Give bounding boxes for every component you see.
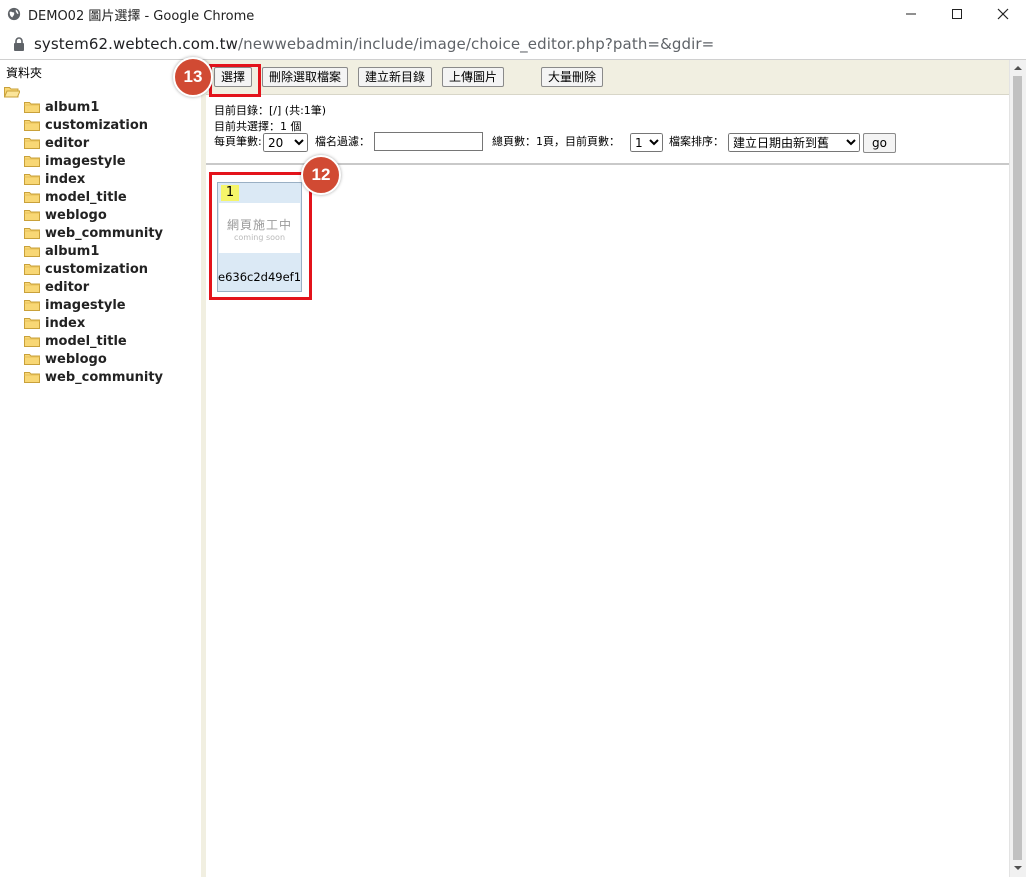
folder-icon — [24, 156, 40, 167]
folder-icon — [24, 300, 40, 311]
folder-icon — [24, 102, 40, 113]
folder-label[interactable]: weblogo — [45, 352, 107, 367]
folder-label[interactable]: customization — [45, 118, 148, 133]
window-titlebar: DEMO02 圖片選擇 - Google Chrome — [0, 0, 1026, 28]
scroll-up-arrow-icon[interactable] — [1010, 60, 1026, 76]
minimize-icon — [906, 13, 916, 15]
folder-label[interactable]: imagestyle — [45, 298, 126, 313]
minimize-button[interactable] — [888, 0, 934, 28]
folder-label[interactable]: weblogo — [45, 208, 107, 223]
folder-label[interactable]: editor — [45, 280, 89, 295]
folder-icon — [24, 138, 40, 149]
maximize-icon — [952, 9, 962, 19]
folder-icon — [24, 120, 40, 131]
folder-tree: album1 customization editor imagestyle index… — [24, 98, 163, 386]
folder-item[interactable]: index — [24, 314, 163, 332]
new-folder-button[interactable]: 建立新目錄 — [358, 67, 433, 87]
sort-label: 檔案排序： — [669, 135, 724, 148]
sort-select[interactable]: 建立日期由新到舊 — [728, 133, 860, 152]
select-highlight-box — [209, 64, 261, 97]
scrollbar-thumb[interactable] — [1013, 76, 1022, 860]
open-folder-icon[interactable] — [4, 86, 20, 98]
folder-item[interactable]: customization — [24, 260, 163, 278]
close-icon — [997, 8, 1009, 20]
folder-item[interactable]: web_community — [24, 368, 163, 386]
folder-label[interactable]: editor — [45, 136, 89, 151]
bulk-delete-button[interactable]: 大量刪除 — [541, 67, 604, 87]
folder-item[interactable]: imagestyle — [24, 296, 163, 314]
per-page-label: 每頁筆數: — [214, 135, 262, 148]
folder-icon — [24, 372, 40, 383]
folder-icon — [24, 174, 40, 185]
folder-item[interactable]: index — [24, 170, 163, 188]
folder-label[interactable]: web_community — [45, 226, 163, 241]
folder-sidebar: 資料夾 album1 customization editor imagestyle i… — [0, 60, 202, 877]
go-button[interactable]: go — [863, 133, 896, 153]
folder-label[interactable]: album1 — [45, 244, 99, 259]
sidebar-heading: 資料夾 — [6, 66, 43, 80]
folder-icon — [24, 228, 40, 239]
toolbar: 選擇 刪除選取檔案 建立新目錄 上傳圖片 大量刪除 — [206, 60, 1009, 95]
selected-count-info: 目前共選擇：1 個 — [214, 120, 302, 133]
filename-filter-label: 檔名過濾： — [315, 135, 370, 148]
thumbnail-highlight-box — [209, 172, 312, 300]
per-page-select[interactable]: 20 — [263, 133, 308, 152]
folder-label[interactable]: model_title — [45, 190, 127, 205]
lock-icon — [14, 36, 24, 51]
folder-icon — [24, 246, 40, 257]
folder-item[interactable]: album1 — [24, 242, 163, 260]
url-path: /newwebadmin/include/image/choice_editor… — [238, 34, 715, 53]
folder-icon — [24, 354, 40, 365]
folder-icon — [24, 264, 40, 275]
close-window-button[interactable] — [980, 0, 1026, 28]
folder-item[interactable]: model_title — [24, 188, 163, 206]
step-badge-thumbnail: 12 — [301, 155, 341, 195]
folder-icon — [24, 282, 40, 293]
folder-label[interactable]: customization — [45, 262, 148, 277]
folder-item[interactable]: web_community — [24, 224, 163, 242]
folder-icon — [24, 192, 40, 203]
delete-selected-button[interactable]: 刪除選取檔案 — [262, 67, 349, 87]
vertical-scrollbar[interactable] — [1009, 60, 1026, 877]
folder-item[interactable]: weblogo — [24, 206, 163, 224]
folder-icon — [24, 210, 40, 221]
folder-item[interactable]: model_title — [24, 332, 163, 350]
folder-item[interactable]: customization — [24, 116, 163, 134]
folder-label[interactable]: imagestyle — [45, 154, 126, 169]
url-text[interactable]: system62.webtech.com.tw/newwebadmin/incl… — [34, 35, 714, 53]
page-info-label: 總頁數：1頁，目前頁數： — [492, 135, 620, 148]
filename-filter-input[interactable] — [374, 132, 483, 151]
folder-label[interactable]: model_title — [45, 334, 127, 349]
maximize-button[interactable] — [934, 0, 980, 28]
globe-icon — [7, 7, 21, 21]
folder-label[interactable]: album1 — [45, 100, 99, 115]
folder-icon — [24, 318, 40, 329]
upload-image-button[interactable]: 上傳圖片 — [442, 67, 505, 87]
url-host: system62.webtech.com.tw — [34, 34, 238, 53]
address-bar[interactable]: system62.webtech.com.tw/newwebadmin/incl… — [0, 28, 1026, 60]
folder-item[interactable]: editor — [24, 278, 163, 296]
folder-item[interactable]: weblogo — [24, 350, 163, 368]
folder-item[interactable]: album1 — [24, 98, 163, 116]
folder-icon — [24, 336, 40, 347]
scroll-down-arrow-icon[interactable] — [1010, 860, 1026, 876]
folder-item[interactable]: imagestyle — [24, 152, 163, 170]
current-directory-info: 目前目錄：[/] (共:1筆) — [214, 104, 327, 117]
current-page-select[interactable]: 1 — [630, 133, 663, 152]
folder-label[interactable]: web_community — [45, 370, 163, 385]
folder-item[interactable]: editor — [24, 134, 163, 152]
folder-label[interactable]: index — [45, 316, 85, 331]
folder-label[interactable]: index — [45, 172, 85, 187]
window-title: DEMO02 圖片選擇 - Google Chrome — [28, 8, 255, 24]
step-badge-select: 13 — [173, 57, 213, 97]
